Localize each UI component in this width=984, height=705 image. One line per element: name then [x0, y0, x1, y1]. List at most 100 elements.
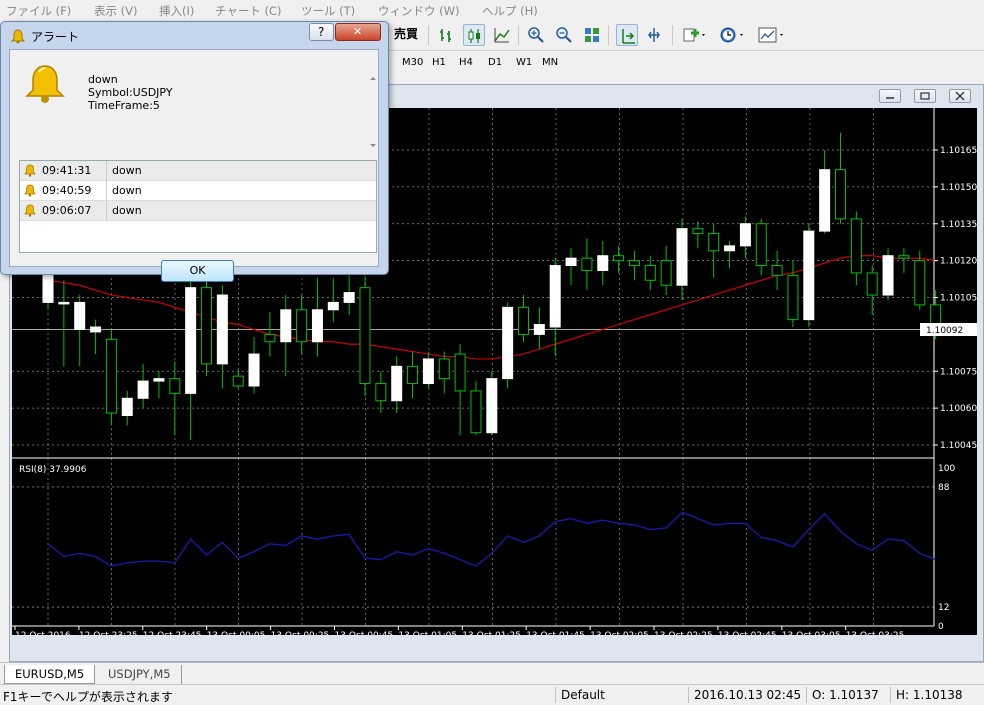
chart-tabs: EURUSD,M5 USDJPY,M5 [0, 662, 984, 685]
alert-message-line-1: down [88, 73, 118, 86]
time-tick-label: 13 Oct 01:45 [526, 631, 585, 635]
bear-candle [771, 265, 783, 276]
time-tick-label: 13 Oct 00:25 [271, 631, 330, 635]
trade-button[interactable]: 売買 [394, 25, 418, 42]
status-divider [555, 687, 556, 703]
tab-eurusd[interactable]: EURUSD,M5 [4, 665, 96, 684]
templates-button[interactable] [756, 24, 788, 46]
price-tick-label: 1.10165 [940, 146, 977, 156]
chart-shift-button[interactable] [643, 24, 665, 46]
time-tick-label: 13 Oct 00:45 [335, 631, 394, 635]
message-scrollbar[interactable] [368, 72, 378, 152]
status-datetime: 2016.10.13 02:45 [694, 688, 802, 702]
timeframe-h1[interactable]: H1 [432, 57, 446, 68]
alert-row[interactable]: 09:41:31 down [20, 161, 376, 181]
bull-candle [343, 292, 355, 303]
bull-candle [533, 324, 545, 335]
alert-message: down [112, 204, 142, 217]
help-button[interactable]: ? [309, 23, 334, 41]
bull-candle [676, 228, 688, 286]
time-tick-label: 12 Oct 23:25 [79, 631, 138, 635]
price-tick-label: 1.10045 [940, 441, 977, 451]
line-chart-icon [494, 28, 510, 43]
bear-candle [850, 218, 862, 274]
bear-candle [407, 365, 419, 385]
bear-candle [105, 338, 117, 414]
rsi-tick-label: 0 [938, 622, 944, 632]
price-tick-label: 1.10105 [940, 294, 977, 304]
bell-icon [24, 184, 36, 197]
status-divider [890, 687, 891, 703]
bull-candle [486, 378, 498, 434]
bull-candle [819, 169, 831, 232]
bull-candle [280, 309, 292, 343]
bear-candle [518, 306, 529, 335]
periods-button[interactable] [718, 24, 748, 46]
alert-row[interactable]: 09:40:59 down [20, 181, 376, 201]
maximize-icon [920, 92, 930, 100]
zoom-in-button[interactable] [525, 24, 547, 46]
timeframe-h4[interactable]: H4 [459, 57, 473, 68]
current-price-label: 1.10092 [926, 326, 963, 336]
toolbar-separator [518, 25, 519, 45]
menu-tools[interactable]: ツール (T) [301, 3, 355, 19]
timeframes-bar: M30 H1 H4 D1 W1 MN [395, 50, 570, 76]
bear-candle [375, 383, 387, 402]
menu-window[interactable]: ウィンドウ (W) [378, 3, 460, 19]
scroll-arrows-icon [370, 77, 376, 147]
bull-candle [565, 257, 577, 267]
bear-candle [296, 309, 308, 343]
tile-windows-icon [585, 28, 599, 42]
alert-body: down Symbol:USDJPY TimeFrame:5 09:41:31 … [9, 49, 379, 282]
timeframe-m30[interactable]: M30 [402, 57, 423, 68]
timeframe-mn[interactable]: MN [542, 57, 558, 68]
close-window-button[interactable] [949, 89, 971, 103]
alert-message-line-3: TimeFrame:5 [88, 99, 160, 112]
menu-insert[interactable]: 挿入(I) [159, 3, 194, 19]
bull-candle [185, 287, 197, 394]
bar-chart-button[interactable] [436, 24, 458, 46]
status-divider [688, 687, 689, 703]
timeframe-d1[interactable]: D1 [488, 57, 502, 68]
bull-candle [803, 230, 815, 321]
alert-time: 09:41:31 [42, 164, 92, 177]
ok-button[interactable]: OK [161, 260, 234, 282]
bear-candle [438, 358, 450, 380]
bull-candle [724, 245, 736, 252]
timeframe-w1[interactable]: W1 [516, 57, 532, 68]
bear-candle [613, 255, 625, 262]
autoscroll-button[interactable] [616, 24, 638, 46]
line-chart-button[interactable] [491, 24, 513, 46]
menu-view[interactable]: 表示 (V) [94, 3, 138, 19]
maximize-button[interactable] [914, 89, 936, 103]
candlestick-button[interactable] [463, 24, 485, 46]
indicators-button[interactable] [680, 24, 710, 46]
alert-row[interactable]: 09:06:07 down [20, 201, 376, 221]
template-icon [758, 27, 783, 43]
autoscroll-icon [622, 29, 635, 44]
time-tick-label: 13 Oct 02:05 [590, 631, 649, 635]
zoom-out-button[interactable] [553, 24, 575, 46]
minimize-icon [886, 97, 894, 99]
bear-candle [264, 333, 276, 343]
close-dialog-button[interactable]: ✕ [335, 23, 381, 41]
rsi-tick-label: 88 [938, 483, 950, 493]
status-high: H: 1.10138 [896, 688, 963, 702]
alert-list[interactable]: 09:41:31 down 09:40:59 down 09:06:07 dow… [19, 160, 377, 253]
menu-chart[interactable]: チャート (C) [215, 3, 282, 19]
tab-usdjpy[interactable]: USDJPY,M5 [98, 665, 182, 684]
minimize-button[interactable] [879, 89, 901, 103]
toolbar-separator [672, 25, 673, 45]
tile-windows-button[interactable] [581, 24, 603, 46]
alert-time: 09:06:07 [42, 204, 92, 217]
menu-help[interactable]: ヘルプ (H) [482, 3, 538, 19]
status-bar: F1キーでヘルプが表示されます Default 2016.10.13 02:45… [0, 684, 984, 705]
bull-candle [248, 353, 260, 387]
bull-candle [327, 301, 339, 311]
bull-candle [74, 301, 86, 330]
candlestick-icon [468, 29, 480, 43]
menu-file[interactable]: ファイル (F) [6, 3, 71, 19]
clock-icon [720, 27, 743, 43]
bear-candle [660, 260, 672, 286]
price-tick-label: 1.10135 [940, 220, 977, 230]
